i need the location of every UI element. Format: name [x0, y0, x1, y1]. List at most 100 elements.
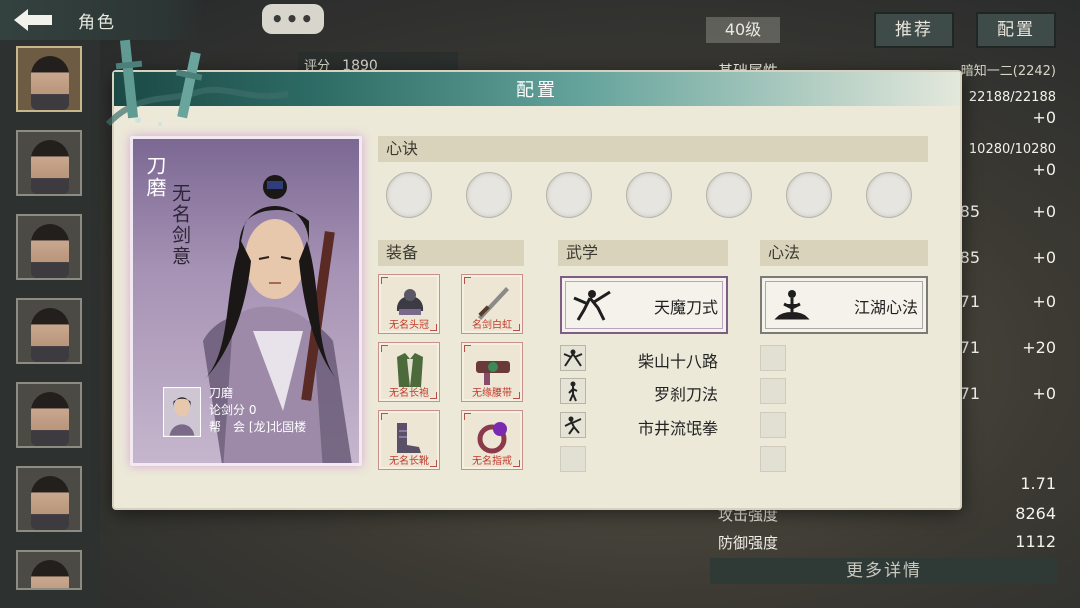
- defense-value: 1112: [1015, 532, 1056, 551]
- modal-header: 配置: [114, 72, 960, 106]
- owner-label: 暗知一二(2242): [960, 64, 1056, 79]
- xinjue-slot[interactable]: [866, 172, 912, 218]
- config-button[interactable]: 配置: [976, 12, 1056, 48]
- wuxue-item-name: 罗刹刀法: [653, 385, 718, 404]
- attr-value: 10280/10280: [968, 142, 1056, 157]
- sword-icon: [478, 287, 509, 320]
- top-nav-bar: 角色: [0, 0, 205, 40]
- info-name: 刀磨: [209, 386, 234, 400]
- attr-delta: +0: [1032, 248, 1056, 267]
- portrait-icon: [31, 392, 69, 446]
- wuxue-item-name: 市井流氓拳: [637, 419, 718, 438]
- wuxue-item[interactable]: 罗刹刀法: [560, 378, 728, 404]
- level-badge: 40级: [706, 17, 780, 43]
- portrait-icon: [31, 56, 69, 110]
- xinjue-slot[interactable]: [466, 172, 512, 218]
- info-guild: 帮 会 [龙]北固楼: [209, 420, 307, 434]
- belt-icon: [476, 361, 510, 385]
- xinfa-empty-slot[interactable]: [760, 345, 786, 371]
- xinjue-slot[interactable]: [386, 172, 432, 218]
- back-arrow-icon[interactable]: [12, 7, 54, 33]
- portrait-icon: [31, 476, 69, 530]
- equip-label: 无缘腰带: [472, 388, 512, 399]
- equip-slot-helmet[interactable]: 无名头冠: [378, 274, 440, 334]
- score-display: 评分 1890: [298, 52, 458, 74]
- attr-value: 85: [959, 248, 980, 267]
- xinjue-slot[interactable]: [786, 172, 832, 218]
- attr-value: 22188/22188: [968, 90, 1056, 105]
- chat-icon[interactable]: •••: [262, 4, 324, 34]
- xinjue-slot[interactable]: [706, 172, 752, 218]
- attack-value: 8264: [1015, 504, 1056, 523]
- character-name: 刀磨: [143, 155, 167, 199]
- roster-slot-7[interactable]: [16, 550, 82, 590]
- character-card: 刀磨 无名剑意 刀磨 论剑分 0 帮 会 [龙]北固楼: [130, 136, 362, 466]
- stat-value: 1.71: [1020, 474, 1056, 493]
- helmet-icon: [396, 289, 424, 315]
- defense-label: 防御强度: [718, 534, 779, 552]
- wuxue-item[interactable]: 柴山十八路: [560, 345, 728, 371]
- meditation-icon: [774, 290, 810, 320]
- martial-pose-icon: [560, 378, 586, 404]
- modal-title: 配置: [516, 80, 558, 101]
- equip-label: 无名指戒: [472, 456, 512, 467]
- attr-delta: +0: [1032, 292, 1056, 311]
- martial-pose-icon: [560, 412, 586, 438]
- roster-slot-5[interactable]: [16, 382, 82, 448]
- equip-slot-weapon[interactable]: 名剑白虹: [461, 274, 523, 334]
- xinfa-main-skill[interactable]: 江湖心法: [760, 276, 928, 334]
- blade-stance-icon: [573, 290, 611, 321]
- page-title: 角色: [78, 12, 116, 33]
- equip-slot-robe[interactable]: 无名长袍: [378, 342, 440, 402]
- xinfa-empty-slot[interactable]: [760, 378, 786, 404]
- equip-label: 无名长袍: [389, 388, 429, 399]
- robe-icon: [397, 353, 423, 387]
- character-title: 无名剑意: [169, 183, 191, 267]
- config-modal: 配置 刀磨 无名剑意 刀磨 论剑分 0 帮 会 [龙]北固楼 心诀 装备 无名头…: [105, 39, 960, 508]
- attr-value: 71: [959, 384, 980, 403]
- xinfa-main-name: 江湖心法: [853, 298, 918, 317]
- more-details-button[interactable]: 更多详情: [710, 558, 1058, 584]
- boots-icon: [397, 423, 421, 453]
- wuxue-main-skill[interactable]: 天魔刀式: [560, 276, 728, 334]
- equipment-header: 装备: [378, 240, 524, 266]
- xinjue-slot[interactable]: [546, 172, 592, 218]
- martial-pose-icon: [560, 345, 586, 371]
- attr-delta: +20: [1022, 338, 1056, 357]
- avatar: [163, 387, 201, 437]
- equip-slot-boots[interactable]: 无名长靴: [378, 410, 440, 470]
- recommend-button[interactable]: 推荐: [874, 12, 954, 48]
- character-info-lines: 刀磨 论剑分 0 帮 会 [龙]北固楼: [209, 385, 306, 436]
- character-roster: [16, 46, 82, 608]
- roster-slot-2[interactable]: [16, 130, 82, 196]
- attr-value: 71: [959, 292, 980, 311]
- roster-slot-6[interactable]: [16, 466, 82, 532]
- portrait-icon: [31, 224, 69, 278]
- attr-delta: +0: [1032, 384, 1056, 403]
- wuxue-item[interactable]: 市井流氓拳: [560, 412, 728, 438]
- wuxue-empty-slot[interactable]: [560, 446, 586, 472]
- roster-slot-3[interactable]: [16, 214, 82, 280]
- attr-value: 71: [959, 338, 980, 357]
- roster-slot-4[interactable]: [16, 298, 82, 364]
- xinjue-slot[interactable]: [626, 172, 672, 218]
- attr-delta: +0: [1032, 108, 1056, 127]
- attr-value: 85: [959, 202, 980, 221]
- equip-slot-belt[interactable]: 无缘腰带: [461, 342, 523, 402]
- xinfa-header: 心法: [760, 240, 928, 266]
- wuxue-item-name: 柴山十八路: [637, 352, 718, 371]
- ring-icon: [477, 422, 507, 454]
- portrait-icon: [31, 308, 69, 362]
- xinfa-empty-slot[interactable]: [760, 446, 786, 472]
- wuxue-header: 武学: [558, 240, 728, 266]
- attr-delta: +0: [1032, 160, 1056, 179]
- xinfa-empty-slot[interactable]: [760, 412, 786, 438]
- portrait-icon: [31, 560, 69, 588]
- portrait-icon: [31, 140, 69, 194]
- equip-label: 无名头冠: [389, 320, 429, 331]
- attr-delta: +0: [1032, 202, 1056, 221]
- equip-slot-ring[interactable]: 无名指戒: [461, 410, 523, 470]
- roster-slot-1[interactable]: [16, 46, 82, 112]
- character-info: 刀磨 论剑分 0 帮 会 [龙]北固楼: [163, 385, 359, 447]
- info-score: 论剑分 0: [209, 403, 257, 417]
